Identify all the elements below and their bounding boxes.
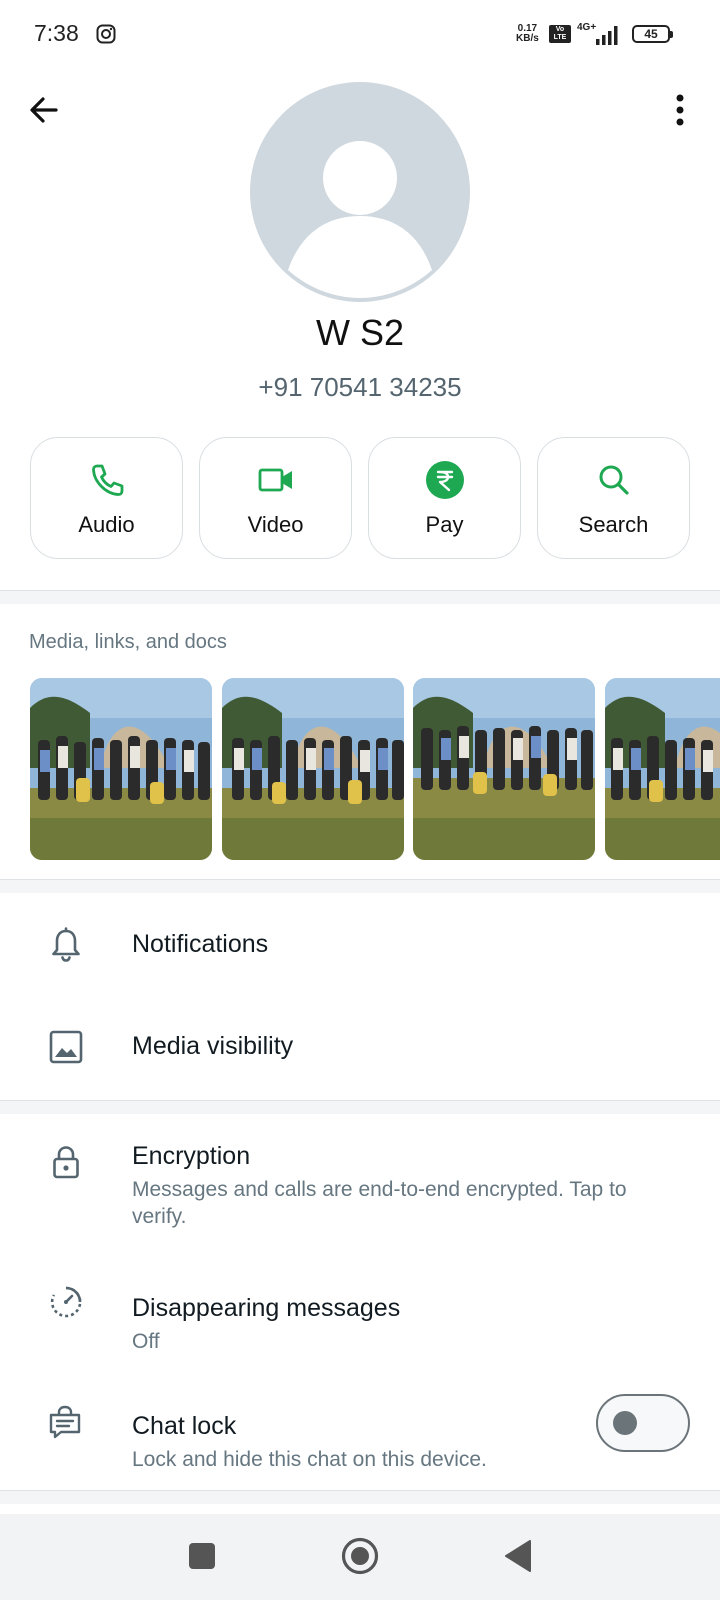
rupee-icon — [425, 461, 464, 499]
encryption-subtitle: Messages and calls are end-to-end encryp… — [132, 1178, 627, 1228]
pay-label: Pay — [425, 512, 464, 537]
status-bar: 7:38 0.17 KB/s Vo LTE 4G+ 45 — [0, 0, 720, 70]
network-speed-unit: KB/s — [516, 33, 539, 44]
group-photo-image — [222, 678, 404, 860]
network-speed: 0.17 KB/s — [516, 24, 539, 44]
system-navigation-bar — [0, 1514, 720, 1600]
bell-icon — [52, 927, 80, 962]
group-photo-image — [605, 678, 720, 860]
status-time: 7:38 — [34, 20, 79, 46]
media-thumbnail[interactable] — [605, 678, 720, 860]
group-photo-image — [413, 678, 595, 860]
video-call-button[interactable]: Video — [199, 437, 352, 559]
toggle-knob — [613, 1411, 637, 1435]
signal-icon — [596, 26, 618, 45]
section-divider — [0, 879, 720, 893]
media-visibility-label: Media visibility — [132, 1032, 294, 1060]
phone-icon — [91, 464, 123, 496]
home-circle-icon[interactable] — [340, 1536, 380, 1576]
audio-label: Audio — [78, 512, 135, 537]
chat-lock-toggle[interactable] — [596, 1394, 690, 1452]
disappearing-messages-row[interactable]: Disappearing messages Off — [0, 1258, 720, 1358]
section-divider — [0, 1100, 720, 1114]
more-options-icon[interactable] — [662, 90, 698, 130]
image-icon — [49, 1030, 83, 1064]
media-thumbnail[interactable] — [222, 678, 404, 860]
chat-lock-title: Chat lock — [132, 1412, 237, 1440]
pay-button[interactable]: Pay — [368, 437, 521, 559]
battery-level: 45 — [632, 25, 670, 43]
back-arrow-icon[interactable] — [24, 90, 64, 130]
notifications-row[interactable]: Notifications — [0, 895, 720, 995]
disappearing-messages-status: Off — [132, 1330, 160, 1353]
chat-lock-subtitle: Lock and hide this chat on this device. — [132, 1448, 487, 1471]
lock-icon — [53, 1146, 79, 1179]
search-label: Search — [578, 512, 649, 537]
encryption-row[interactable]: Encryption Messages and calls are end-to… — [0, 1116, 720, 1244]
contact-phone: +91 70541 34235 — [258, 372, 462, 402]
media-thumbnail[interactable] — [413, 678, 595, 860]
section-divider — [0, 590, 720, 604]
recents-square-icon[interactable] — [188, 1542, 216, 1570]
media-thumbnail[interactable] — [30, 678, 212, 860]
group-photo-image — [30, 678, 212, 860]
default-avatar-icon — [288, 141, 432, 298]
media-visibility-row[interactable]: Media visibility — [0, 997, 720, 1097]
disappearing-messages-title: Disappearing messages — [132, 1294, 401, 1322]
volte-badge: Vo LTE — [549, 25, 571, 43]
back-triangle-icon[interactable] — [502, 1538, 534, 1574]
instagram-icon — [96, 24, 116, 44]
encryption-title: Encryption — [132, 1142, 251, 1170]
battery-icon: 45 — [632, 25, 674, 45]
video-label: Video — [247, 512, 304, 537]
timer-icon — [50, 1286, 82, 1318]
contact-avatar[interactable] — [250, 82, 470, 302]
video-camera-icon — [258, 468, 292, 492]
section-divider — [0, 1490, 720, 1504]
media-section-title[interactable]: Media, links, and docs — [29, 631, 227, 654]
chat-lock-icon — [49, 1405, 81, 1439]
audio-call-button[interactable]: Audio — [30, 437, 183, 559]
search-button[interactable]: Search — [537, 437, 690, 559]
contact-name: W S2 — [315, 312, 404, 353]
search-icon — [599, 465, 629, 495]
notifications-label: Notifications — [132, 930, 269, 958]
